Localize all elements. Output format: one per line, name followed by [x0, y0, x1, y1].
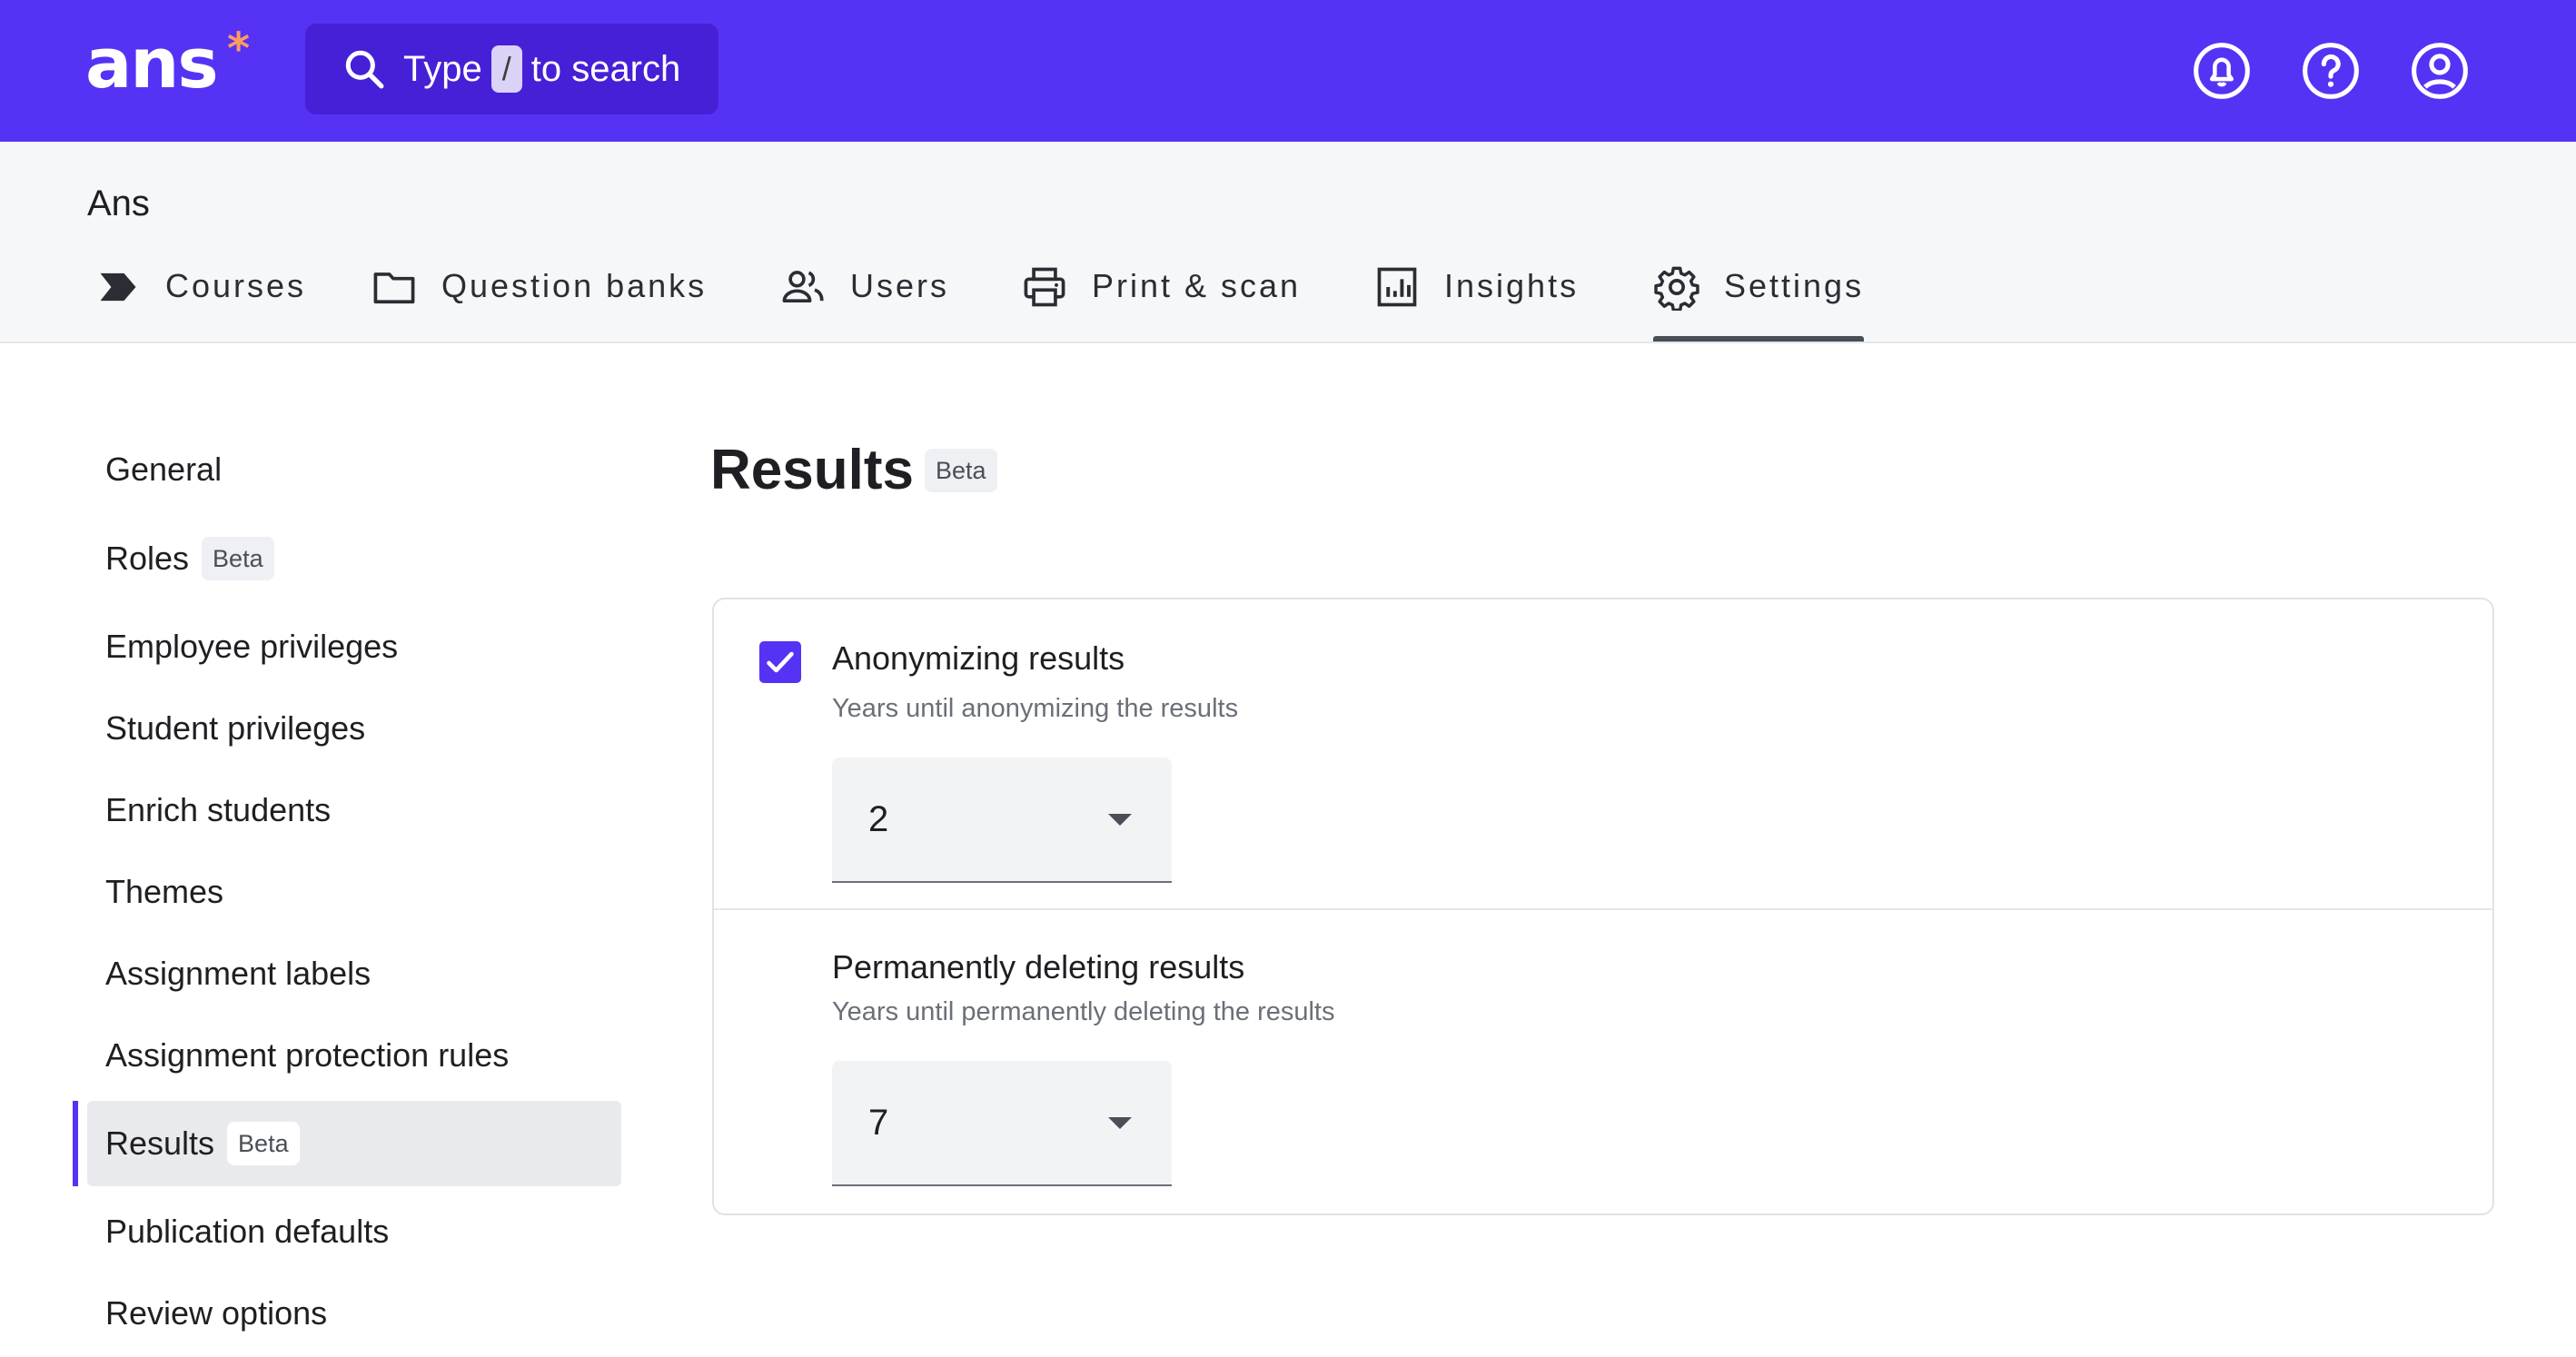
sidebar-item-themes[interactable]: Themes	[87, 849, 621, 935]
card-divider	[714, 908, 2492, 910]
sidebar-item-label: Publication defaults	[105, 1213, 390, 1250]
org-header: Ans Courses Question banks Users Print &…	[0, 142, 2576, 343]
sidebar-item-enrich-students[interactable]: Enrich students	[87, 768, 621, 853]
users-icon	[782, 271, 824, 303]
sidebar-item-label: Student privileges	[105, 709, 366, 747]
tab-label: Courses	[165, 267, 307, 304]
search-prefix: Type	[403, 48, 482, 89]
beta-badge: Beta	[202, 537, 274, 580]
sidebar-item-assignment-protection-rules[interactable]: Assignment protection rules	[87, 1013, 621, 1098]
sidebar-item-label: Results	[105, 1124, 215, 1162]
delete-years-select[interactable]: 7	[832, 1061, 1172, 1186]
beta-badge: Beta	[924, 448, 997, 492]
sidebar-item-label: General	[105, 451, 223, 488]
tab-print-scan[interactable]: Print & scan	[1021, 267, 1301, 342]
beta-badge: Beta	[227, 1122, 300, 1165]
anonymize-years-value: 2	[868, 799, 889, 839]
printer-icon	[1024, 267, 1065, 307]
sidebar-item-student-privileges[interactable]: Student privileges	[87, 686, 621, 771]
ans-logo[interactable]: ans	[85, 29, 219, 98]
search-box[interactable]: Type / to search	[305, 24, 718, 114]
gear-icon	[1654, 266, 1699, 311]
sidebar-item-roles[interactable]: Roles Beta	[87, 516, 621, 601]
results-settings-card: Anonymizing results Years until anonymiz…	[712, 598, 2494, 1215]
notifications-icon[interactable]	[2191, 40, 2253, 102]
tab-question-banks[interactable]: Question banks	[371, 267, 707, 342]
sidebar-item-label: Enrich students	[105, 791, 332, 828]
tab-insights[interactable]: Insights	[1373, 267, 1579, 342]
help-icon[interactable]	[2300, 40, 2362, 102]
tab-label: Insights	[1444, 267, 1580, 304]
tab-label: Question banks	[441, 267, 708, 304]
sidebar-item-label: Assignment labels	[105, 955, 372, 992]
anonymize-title: Anonymizing results	[832, 639, 1125, 677]
anonymize-checkbox[interactable]	[759, 641, 801, 683]
sidebar-item-label: Review options	[105, 1294, 328, 1332]
delete-subtitle: Years until permanently deleting the res…	[832, 997, 1335, 1026]
folder-icon	[373, 272, 415, 304]
sidebar-item-label: Employee privileges	[105, 628, 399, 665]
delete-title: Permanently deleting results	[832, 948, 1245, 986]
page-title-row: Results Beta	[710, 438, 997, 502]
courses-icon	[100, 272, 136, 302]
tab-label: Users	[850, 267, 950, 304]
search-suffix: to search	[530, 48, 681, 89]
dropdown-arrow-icon	[1108, 1117, 1132, 1129]
sidebar-item-general[interactable]: General	[87, 427, 621, 512]
account-icon[interactable]	[2409, 40, 2471, 102]
sidebar-item-label: Roles	[105, 540, 190, 577]
sidebar-item-review-options[interactable]: Review options	[87, 1271, 621, 1356]
chart-icon	[1377, 267, 1417, 307]
anonymize-years-select[interactable]: 2	[832, 758, 1172, 883]
sidebar-item-label: Assignment protection rules	[105, 1036, 510, 1074]
sidebar-item-employee-privileges[interactable]: Employee privileges	[87, 604, 621, 689]
tab-settings[interactable]: Settings	[1653, 266, 1865, 342]
sidebar-item-results[interactable]: Results Beta	[87, 1101, 621, 1186]
search-icon	[345, 50, 384, 89]
tab-label: Print & scan	[1092, 267, 1302, 304]
logo-star: *	[227, 24, 251, 74]
page-title: Results	[710, 439, 914, 501]
tab-courses[interactable]: Courses	[94, 267, 306, 342]
tab-users[interactable]: Users	[779, 267, 949, 342]
org-name: Ans	[87, 183, 150, 223]
anonymize-subtitle: Years until anonymizing the results	[832, 694, 1239, 723]
sidebar-item-publication-defaults[interactable]: Publication defaults	[87, 1189, 621, 1274]
sidebar-item-label: Themes	[105, 873, 224, 910]
delete-years-value: 7	[868, 1103, 889, 1143]
sidebar-active-indicator	[73, 1101, 78, 1186]
check-icon	[767, 651, 794, 673]
top-bar: ans * Type / to search	[0, 0, 2576, 142]
search-shortcut-key: /	[490, 45, 522, 93]
dropdown-arrow-icon	[1108, 814, 1132, 826]
tab-label: Settings	[1724, 267, 1865, 304]
sidebar-item-assignment-labels[interactable]: Assignment labels	[87, 931, 621, 1016]
